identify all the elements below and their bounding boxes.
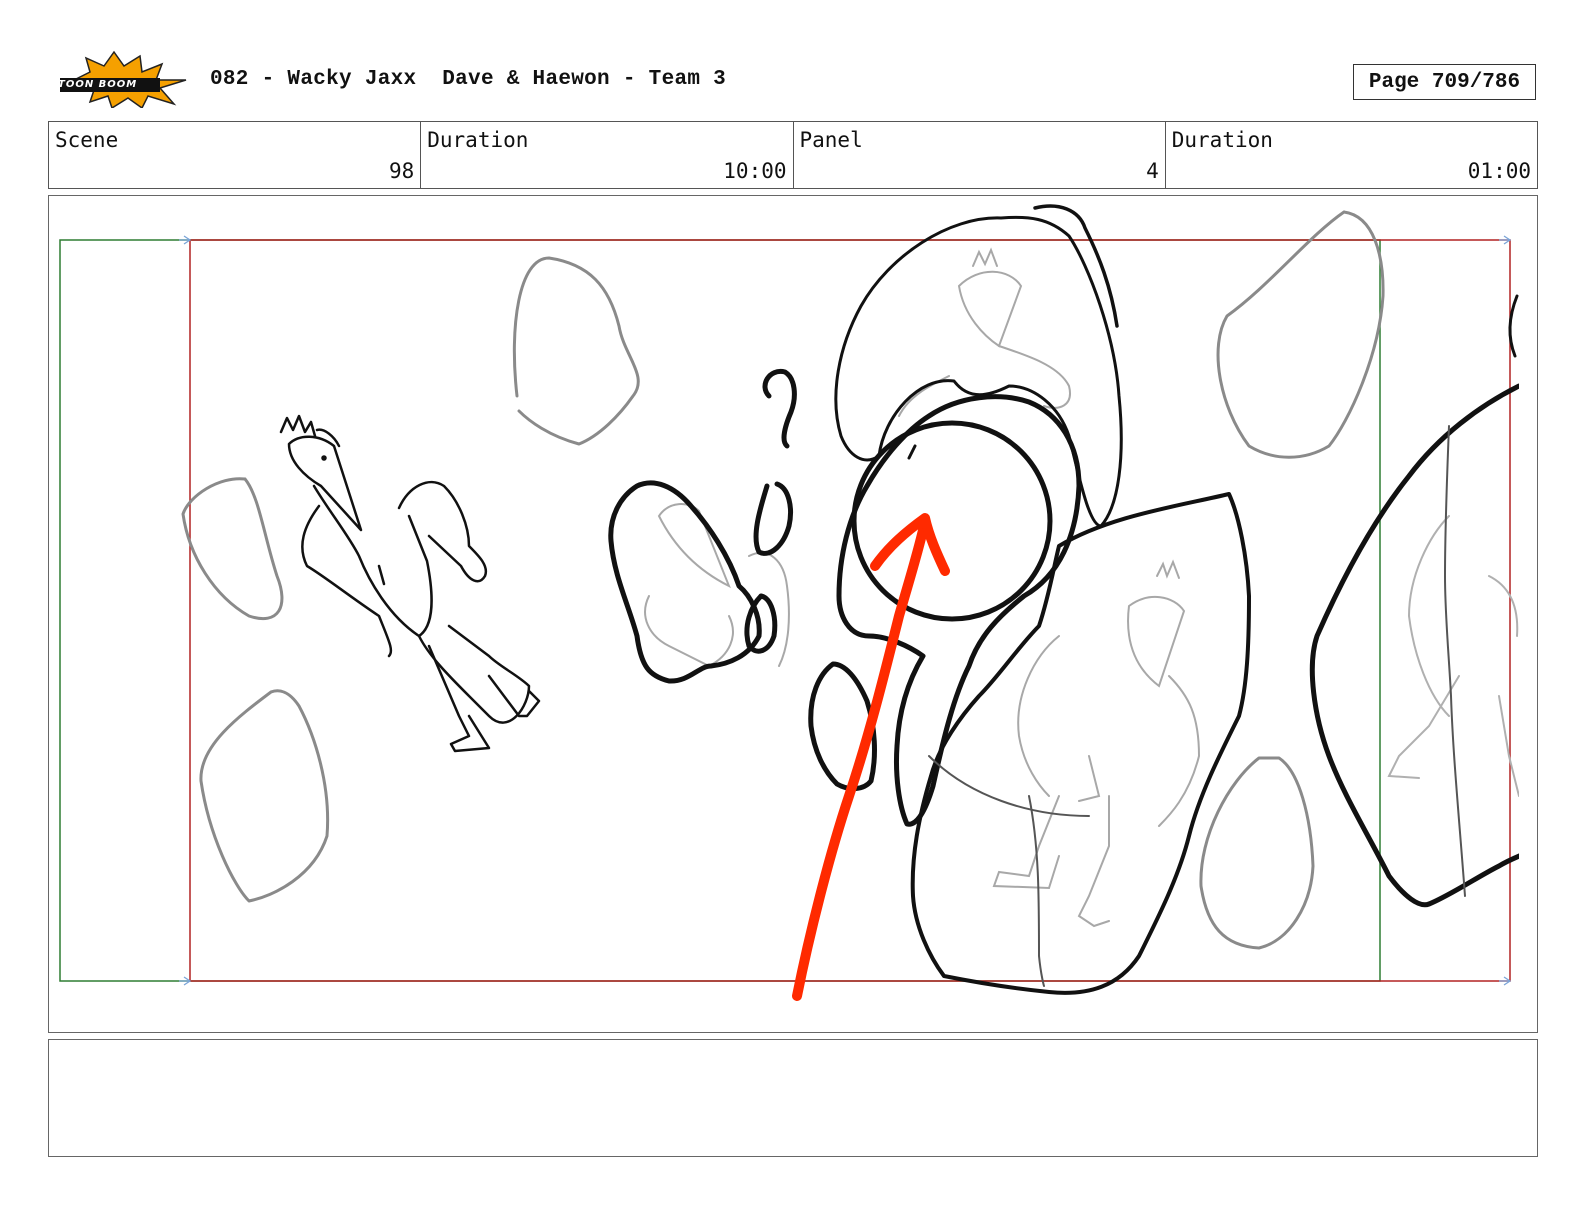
panel-duration-cell: Duration 01:00	[1166, 122, 1537, 188]
rock-grey-3	[199, 689, 330, 903]
scene-duration-label: Duration	[427, 128, 529, 152]
scene-info-row: Scene 98 Duration 10:00 Panel 4 Duration…	[48, 121, 1538, 189]
scene-cell: Scene 98	[49, 122, 422, 188]
panel-label: Panel	[799, 128, 863, 152]
toon-boom-logo: TOON BOOM	[52, 50, 190, 110]
panel-duration-value: 01:00	[1467, 159, 1531, 183]
rock-grey-1	[512, 256, 640, 446]
panel-sketch	[59, 204, 1519, 1001]
page-number: Page 709/786	[1353, 64, 1536, 100]
frame-corner-arrow-tl	[179, 235, 192, 245]
rock-grey-2	[181, 477, 284, 621]
bubble-small-spiral-1	[762, 368, 797, 449]
character-ghost-right-1	[992, 559, 1201, 928]
scene-duration-cell: Duration 10:00	[421, 122, 794, 188]
bubble-small-4	[808, 661, 877, 791]
bubble-top-arc	[1033, 204, 1119, 328]
bubble-right-edge	[1309, 383, 1519, 908]
bubble-ring-inner	[851, 420, 1053, 622]
overlap-line-2	[1443, 425, 1466, 897]
panel-cell: Panel 4	[794, 122, 1166, 188]
panel-value: 4	[1146, 159, 1159, 183]
rock-grey-4	[1216, 210, 1385, 459]
frame-corner-arrow-bl	[179, 976, 192, 986]
frame-corner-arrow-tr	[1499, 235, 1512, 245]
overlap-line-3	[928, 755, 1090, 817]
overlap-line-1	[1028, 795, 1045, 987]
rock-grey-5	[1199, 756, 1315, 950]
scene-duration-value: 10:00	[723, 159, 787, 183]
bubble-mid-left	[608, 480, 762, 684]
bubble-ring-tick	[907, 444, 917, 460]
panel-notes-text	[49, 1040, 1537, 1056]
character-ghost-middle	[644, 503, 790, 668]
logo-text: TOON BOOM	[58, 79, 138, 90]
character-ghost-top	[898, 247, 1071, 417]
bubble-small-spiral-2	[753, 481, 793, 556]
panel-notes-box	[48, 1039, 1538, 1157]
arrow-shaft	[792, 521, 929, 1001]
safe-frame-green	[59, 239, 1381, 982]
bubble-right-top-curve	[1508, 294, 1519, 358]
scene-value: 98	[388, 159, 415, 183]
frame-corner-arrow-br	[1499, 976, 1512, 986]
panel-drawing-frame	[48, 195, 1538, 1033]
panel-duration-label: Duration	[1171, 128, 1273, 152]
character-floating-left	[279, 414, 541, 753]
scene-label: Scene	[55, 128, 119, 152]
storyboard-title: 082 - Wacky Jaxx Dave & Haewon - Team 3	[210, 68, 727, 91]
